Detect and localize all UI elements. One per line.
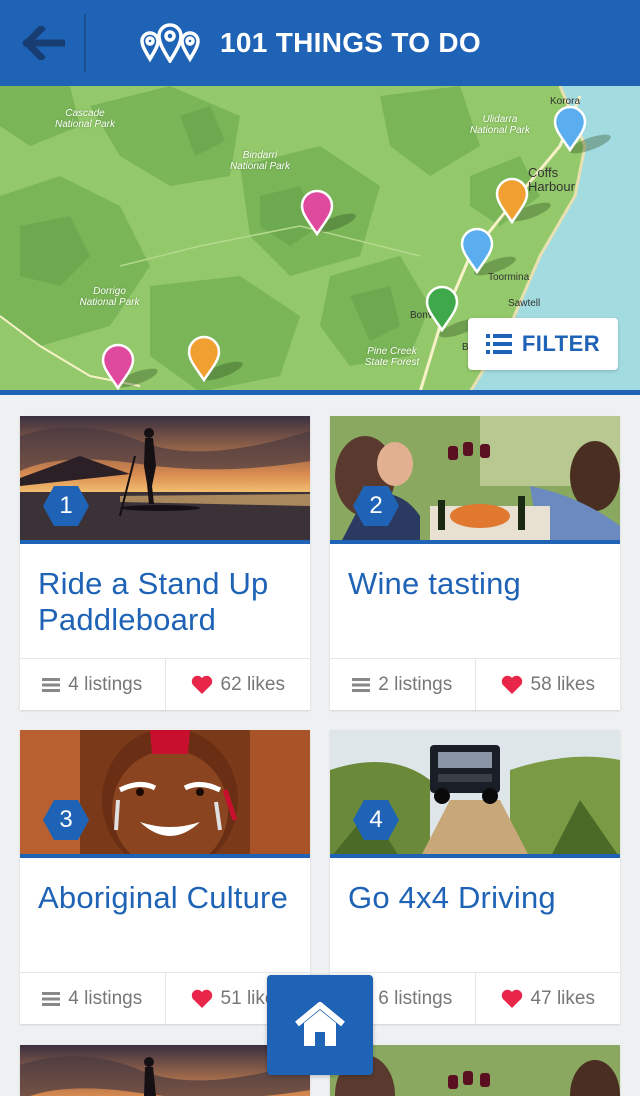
card-footer: 6 listings 47 likes	[330, 972, 620, 1024]
heart-icon	[501, 675, 522, 694]
card-footer: 2 listings 58 likes	[330, 658, 620, 710]
town-coffs-harbour: Coffs Harbour	[528, 165, 575, 194]
home-icon	[295, 1002, 345, 1046]
heart-icon	[501, 989, 522, 1008]
card-footer: 4 listings 62 likes	[20, 658, 310, 710]
map-label-dorrigo: Dorrigo National Park	[79, 286, 140, 308]
map-pin-korora[interactable]	[553, 104, 587, 152]
map-label-ulidarra: Ulidarra National Park	[469, 114, 531, 136]
pin-shape	[495, 177, 529, 224]
list-icon	[485, 334, 512, 354]
likes-count[interactable]: 47 likes	[474, 973, 621, 1024]
header-divider	[84, 14, 86, 72]
number-badge: 4	[352, 799, 400, 841]
activity-card-2[interactable]: 2 Wine tasting 2 listings 58 likes	[330, 416, 620, 710]
map-bottom-border	[0, 390, 640, 395]
number-badge: 3	[42, 799, 90, 841]
number-badge: 1	[42, 485, 90, 527]
map-label-bindarri: Bindarri National Park	[229, 150, 291, 172]
badge-number: 3	[59, 806, 73, 833]
badge-number: 2	[369, 492, 383, 519]
heart-icon	[191, 989, 212, 1008]
card-title: Wine tasting	[348, 566, 521, 601]
arrow-left-icon	[22, 26, 65, 60]
listings-count[interactable]: 2 listings	[330, 659, 475, 710]
map-pin-south[interactable]	[187, 334, 221, 382]
listings-count[interactable]: 4 listings	[20, 659, 165, 710]
map-pin-coffs[interactable]	[495, 176, 529, 224]
menu-lines-icon	[42, 677, 61, 692]
likes-label: 58 likes	[530, 673, 595, 695]
pin-shape	[553, 105, 587, 152]
card-image: 2	[330, 416, 620, 544]
page-title: 101 THINGS TO DO	[220, 27, 482, 58]
pin-shape	[101, 343, 135, 390]
pin-shape	[187, 335, 221, 382]
wine-toast-image	[330, 1045, 620, 1096]
pin-shape	[425, 285, 459, 332]
menu-lines-icon	[352, 677, 371, 692]
likes-label: 62 likes	[220, 673, 285, 695]
badge-number: 1	[59, 492, 73, 519]
listings-label: 2 listings	[378, 673, 453, 695]
activity-card-6-partial[interactable]	[330, 1045, 620, 1096]
card-image: 3	[20, 730, 310, 858]
map-pin-boambee[interactable]	[460, 226, 494, 274]
map-label-pine-creek: Pine Creek State Forest	[364, 346, 420, 368]
map-pin-bonville[interactable]	[425, 284, 459, 332]
card-image: 4	[330, 730, 620, 858]
listings-label: 4 listings	[68, 987, 143, 1009]
filter-button[interactable]: FILTER	[468, 318, 618, 370]
town-sawtell: Sawtell	[508, 298, 541, 309]
map-pin-dorrigo[interactable]	[101, 342, 135, 390]
map-pin-bindarri[interactable]	[300, 188, 334, 236]
likes-count[interactable]: 58 likes	[474, 659, 621, 710]
likes-label: 47 likes	[530, 987, 595, 1009]
home-button[interactable]	[267, 975, 373, 1075]
activity-card-1[interactable]: 1 Ride a Stand Up Paddleboard 4 listings…	[20, 416, 310, 710]
card-image: 1	[20, 416, 310, 544]
listings-count[interactable]: 4 listings	[20, 973, 165, 1024]
menu-lines-icon	[42, 991, 61, 1006]
card-title: Go 4x4 Driving	[348, 880, 556, 915]
town-toormina: Toormina	[488, 272, 530, 283]
back-button[interactable]	[0, 0, 86, 86]
card-title: Ride a Stand Up Paddleboard	[38, 566, 269, 637]
listings-label: 4 listings	[68, 673, 143, 695]
card-title: Aboriginal Culture	[38, 880, 289, 915]
pin-shape	[300, 189, 334, 236]
map-label-cascade: Cascade National Park	[54, 108, 116, 130]
header-title-group: 101 THINGS TO DO	[140, 0, 481, 86]
activity-card-4[interactable]: 4 Go 4x4 Driving 6 listings 47 likes	[330, 730, 620, 1024]
badge-number: 4	[369, 806, 383, 833]
map-view[interactable]: Cascade National Park Bindarri National …	[0, 86, 640, 392]
number-badge: 2	[352, 485, 400, 527]
listings-label: 6 listings	[378, 987, 453, 1009]
pin-shape	[460, 227, 494, 274]
filter-label: FILTER	[521, 331, 601, 356]
map-pins-icon	[140, 23, 200, 63]
likes-count[interactable]: 62 likes	[164, 659, 311, 710]
app-header: 101 THINGS TO DO	[0, 0, 640, 86]
heart-icon	[191, 675, 212, 694]
